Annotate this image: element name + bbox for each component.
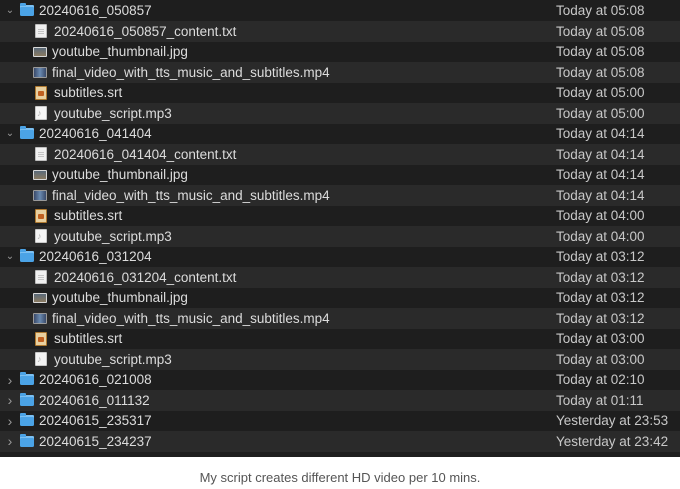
subtitle-file-icon: [35, 85, 47, 100]
folder-row[interactable]: › 20240615_234237 Yesterday at 23:42: [0, 431, 680, 452]
video-file-icon: [33, 66, 47, 78]
date-modified: Yesterday at 23:42: [556, 433, 669, 449]
chevron-down-icon[interactable]: ⌄: [3, 128, 17, 139]
date-modified: Yesterday at 23:53: [556, 413, 669, 429]
file-row[interactable]: 20240616_050857_content.txt Today at 05:0…: [0, 21, 680, 42]
image-file-icon: [33, 46, 47, 57]
folder-icon: [20, 413, 34, 427]
image-file-icon: [33, 169, 47, 180]
date-modified: Today at 04:14: [556, 167, 645, 183]
date-modified: Today at 04:14: [556, 146, 645, 162]
chevron-right-icon[interactable]: ›: [3, 392, 17, 408]
date-modified: Today at 03:00: [556, 331, 645, 347]
date-modified: Today at 04:14: [556, 126, 645, 142]
image-file-icon: [33, 292, 47, 303]
folder-row[interactable]: ⌄ 20240616_050857 Today at 05:08: [0, 1, 680, 22]
text-file-icon: [35, 147, 47, 162]
file-row[interactable]: youtube_thumbnail.jpg Today at 05:08: [0, 42, 680, 63]
date-modified: Today at 03:00: [556, 351, 645, 367]
date-modified: Today at 04:14: [556, 187, 645, 203]
finder-list-view: ⌄ 20240616_050857 Today at 05:08 20240616_0…: [0, 0, 680, 457]
date-modified: Today at 04:00: [556, 208, 645, 224]
file-row[interactable]: youtube_script.mp3Today at 04:00: [0, 226, 680, 247]
file-row[interactable]: subtitles.srt Today at 05:00: [0, 83, 680, 104]
file-row[interactable]: 20240616_031204_content.txt Today at 03:1…: [0, 267, 680, 288]
audio-file-icon: [35, 106, 47, 121]
folder-icon: [20, 433, 34, 447]
folder-row[interactable]: › 20240615_235317 Yesterday at 23:53: [0, 411, 680, 432]
folder-row[interactable]: › 20240616_011132 Today at 01:11: [0, 390, 680, 411]
folder-icon: [20, 372, 34, 386]
file-row[interactable]: youtube_thumbnail.jpg Today at 04:14: [0, 165, 680, 186]
chevron-right-icon[interactable]: ›: [3, 372, 17, 388]
chevron-down-icon[interactable]: ⌄: [3, 5, 17, 16]
subtitle-file-icon: [35, 208, 47, 223]
date-modified: Today at 05:00: [556, 85, 645, 101]
audio-file-icon: [35, 229, 47, 244]
file-row[interactable]: final_video_with_tts_music_and_subtitles…: [0, 308, 680, 329]
folder-icon: [20, 3, 34, 17]
date-modified: Today at 03:12: [556, 290, 645, 306]
date-modified: Today at 04:00: [556, 228, 645, 244]
folder-row[interactable]: ⌄ 20240616_031204 Today at 03:12: [0, 247, 680, 268]
chevron-down-icon[interactable]: ⌄: [3, 251, 17, 262]
text-file-icon: [35, 270, 47, 285]
date-modified: Today at 02:10: [556, 372, 645, 388]
subtitle-file-icon: [35, 331, 47, 346]
file-row[interactable]: final_video_with_tts_music_and_subtitles…: [0, 62, 680, 83]
folder-icon: [20, 249, 34, 263]
chevron-right-icon[interactable]: ›: [3, 413, 17, 429]
date-modified: Today at 05:08: [556, 23, 645, 39]
date-modified: Today at 05:08: [556, 44, 645, 60]
file-row[interactable]: final_video_with_tts_music_and_subtitles…: [0, 185, 680, 206]
caption: My script creates different HD video per…: [199, 470, 481, 485]
folder-row[interactable]: ⌄ 20240616_041404 Today at 04:14: [0, 124, 680, 145]
date-modified: Today at 03:12: [556, 269, 645, 285]
date-modified: Today at 05:08: [556, 3, 645, 19]
file-row[interactable]: youtube_script.mp3Today at 03:00: [0, 349, 680, 370]
date-modified: Today at 01:11: [556, 392, 644, 408]
folder-icon: [20, 392, 34, 406]
video-file-icon: [33, 312, 47, 324]
date-modified: Today at 03:12: [556, 310, 645, 326]
date-modified: Today at 05:08: [556, 64, 645, 80]
date-modified: Today at 05:00: [556, 105, 645, 121]
folder-row[interactable]: › 20240616_021008 Today at 02:10: [0, 370, 680, 391]
video-file-icon: [33, 189, 47, 201]
file-row[interactable]: youtube_script.mp3Today at 05:00: [0, 103, 680, 124]
file-row[interactable]: subtitles.srt Today at 04:00: [0, 206, 680, 227]
chevron-right-icon[interactable]: ›: [3, 433, 17, 449]
date-modified: Today at 03:12: [556, 249, 645, 265]
text-file-icon: [35, 24, 47, 39]
file-row[interactable]: youtube_thumbnail.jpg Today at 03:12: [0, 288, 680, 309]
audio-file-icon: [35, 352, 47, 367]
folder-icon: [20, 126, 34, 140]
file-row[interactable]: subtitles.srt Today at 03:00: [0, 329, 680, 350]
file-row[interactable]: 20240616_041404_content.txt Today at 04:1…: [0, 144, 680, 165]
